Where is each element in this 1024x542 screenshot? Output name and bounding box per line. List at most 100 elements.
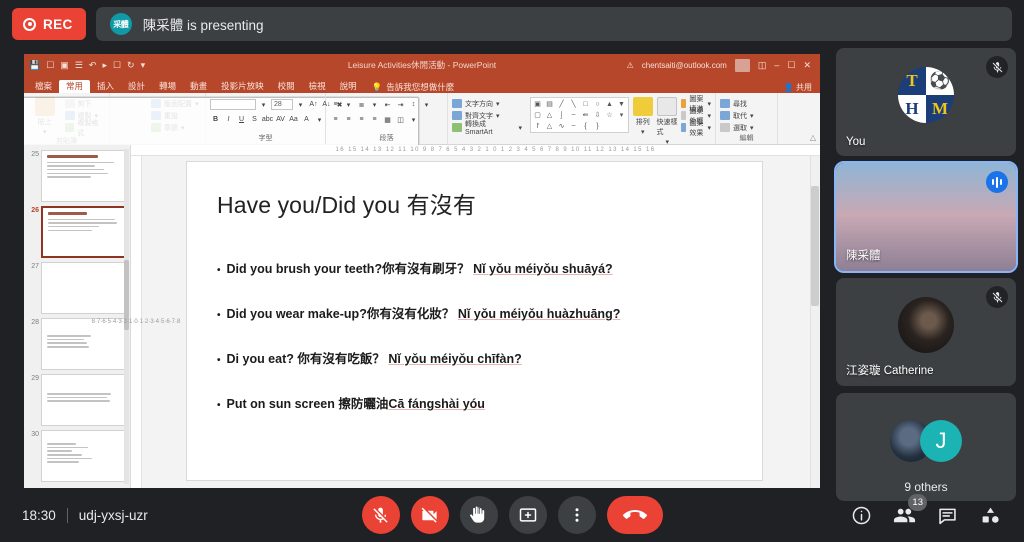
shape-textbox2-icon[interactable]: ▤ xyxy=(544,99,555,109)
thumbnail-item[interactable]: 30 xyxy=(24,428,130,484)
participant-tile-you[interactable]: T ⚽ H M You xyxy=(836,48,1016,156)
align-right-button[interactable]: ≡ xyxy=(356,114,367,125)
align-center-button[interactable]: ≡ xyxy=(343,114,354,125)
slide-bullet[interactable]: • Did you brush your teeth?你有沒有刷牙？ Nǐ yǒ… xyxy=(217,258,732,277)
participant-tile-catherine[interactable]: 江姿璇 Catherine xyxy=(836,278,1016,386)
print-preview-icon[interactable]: ▣ xyxy=(60,60,69,71)
bold-button[interactable]: B xyxy=(210,114,221,125)
slide-bullet-list[interactable]: • Did you brush your teeth?你有沒有刷牙？ Nǐ yǒ… xyxy=(217,258,732,412)
text-direction-button[interactable]: 文字方向 ▾ xyxy=(452,98,522,109)
tab-view[interactable]: 檢視 xyxy=(302,80,333,94)
collapse-ribbon-button[interactable]: △ xyxy=(810,133,816,142)
undo-icon[interactable]: ↶ xyxy=(89,60,97,71)
font-color-dropdown-icon[interactable]: ▾ xyxy=(314,114,325,125)
thumbnail-preview-selected[interactable] xyxy=(41,206,126,258)
slide-bullet[interactable]: • Put on sun screen 擦防曬油Cā fángshài yóu xyxy=(217,393,732,412)
decrease-indent-button[interactable]: ⇤ xyxy=(382,99,393,110)
shape-corner-icon[interactable]: ⌡ xyxy=(556,110,567,120)
tab-animations[interactable]: 動畫 xyxy=(183,80,214,94)
thumbnail-item[interactable]: 27 xyxy=(24,260,130,316)
numbering-dropdown-icon[interactable]: ▾ xyxy=(369,99,380,110)
slide-bullet[interactable]: • Did you wear make-up?你有沒有化妝？ Nǐ yǒu mé… xyxy=(217,303,732,322)
redo-icon[interactable]: ▸ xyxy=(102,60,107,71)
shapes-gallery[interactable]: ▣ ▤ ╱ ╲ □ ○ ▲ ▼ ▢ △ ⌡ ⌢ ⇚ ⇩ ☆ ▾ ↾ △ ∿ ⌢ … xyxy=(530,97,629,133)
more-options-button[interactable] xyxy=(557,496,596,534)
thumbnail-preview[interactable] xyxy=(41,374,126,426)
italic-button[interactable]: I xyxy=(223,114,234,125)
bullets-button[interactable]: ≡ xyxy=(330,99,341,110)
thumbnail-item[interactable]: 25 xyxy=(24,148,130,204)
tab-transitions[interactable]: 轉場 xyxy=(152,80,183,94)
present-screen-button[interactable] xyxy=(508,496,547,534)
microphone-off-button[interactable] xyxy=(361,496,400,534)
thumbnail-item[interactable]: 29 xyxy=(24,372,130,428)
text-direction-grid-button[interactable]: ▦ xyxy=(382,114,393,125)
new-slide-quick-icon[interactable]: ☐ xyxy=(113,60,121,71)
tab-home[interactable]: 常用 xyxy=(59,79,91,93)
recording-indicator[interactable]: REC xyxy=(12,8,86,40)
customize-qat-icon[interactable]: ▾ xyxy=(141,60,146,71)
quick-access-toolbar[interactable]: 💾 ☐ ▣ ☰ ↶ ▸ ☐ ↻ ▾ xyxy=(29,60,145,71)
strikethrough-button[interactable]: abc xyxy=(262,114,273,125)
font-family-select[interactable] xyxy=(210,99,256,110)
align-left-button[interactable]: ≡ xyxy=(330,114,341,125)
tab-file[interactable]: 檔案 xyxy=(28,80,59,94)
account-email[interactable]: chentsaiti@outlook.com xyxy=(642,61,727,70)
end-call-button[interactable] xyxy=(606,496,663,534)
editor-scrollbar-track[interactable] xyxy=(810,156,820,488)
shapes-scroll-down-icon[interactable]: ▼ xyxy=(616,99,627,109)
shape-brace-right-icon[interactable]: } xyxy=(592,121,603,131)
arrange-button[interactable]: 排列 ▾ xyxy=(632,97,653,136)
shape-arrow-left-icon[interactable]: ⇚ xyxy=(580,110,591,120)
shape-roundrect-icon[interactable]: ▢ xyxy=(532,110,543,120)
slide-bullet[interactable]: • Di you eat? 你有沒有吃飯？ Nǐ yǒu méiyǒu chīf… xyxy=(217,348,732,367)
minimize-button[interactable]: – xyxy=(774,60,779,70)
shape-star-icon[interactable]: ☆ xyxy=(604,110,615,120)
columns-button[interactable]: ◫ xyxy=(395,114,406,125)
shape-freeform-icon[interactable]: △ xyxy=(544,121,555,131)
tell-me-search[interactable]: 💡 告訴我您想做什麼 xyxy=(364,81,455,93)
save-icon[interactable]: 💾 xyxy=(29,60,40,71)
thumbnail-preview[interactable] xyxy=(41,430,126,482)
shapes-more-icon[interactable]: ▾ xyxy=(616,110,627,120)
shape-rect-icon[interactable]: □ xyxy=(580,99,591,109)
shape-triangle-icon[interactable]: △ xyxy=(544,110,555,120)
meeting-details-button[interactable] xyxy=(849,503,873,527)
tab-review[interactable]: 校閱 xyxy=(271,80,302,94)
participant-tile-presenter[interactable]: 陳采體 xyxy=(834,161,1018,273)
slide-title[interactable]: Have you/Did you 有沒有 xyxy=(217,186,732,220)
shape-arrow-icon[interactable]: ╲ xyxy=(568,99,579,109)
line-spacing-dropdown-icon[interactable]: ▾ xyxy=(421,99,432,110)
participant-tile-others[interactable]: J 9 others xyxy=(836,393,1016,501)
thumbnail-preview[interactable] xyxy=(41,262,126,314)
select-button[interactable]: 選取 ▾ xyxy=(720,122,754,133)
shape-curve-icon[interactable]: ↾ xyxy=(532,121,543,131)
ribbon-display-options-button[interactable]: ◫ xyxy=(758,60,767,71)
close-button[interactable]: ✕ xyxy=(803,60,811,71)
convert-to-smartart-button[interactable]: 轉換成 SmartArt ▾ xyxy=(452,121,522,136)
account-avatar[interactable] xyxy=(734,58,750,72)
editor-scrollbar-handle[interactable] xyxy=(811,186,819,306)
shape-oval-icon[interactable]: ○ xyxy=(592,99,603,109)
numbering-button[interactable]: ≣ xyxy=(356,99,367,110)
tab-help[interactable]: 說明 xyxy=(333,80,364,94)
find-button[interactable]: 尋找 xyxy=(720,98,754,109)
line-spacing-button[interactable]: ↕ xyxy=(408,99,419,110)
change-case-button[interactable]: Aa xyxy=(288,114,299,125)
bullets-dropdown-icon[interactable]: ▾ xyxy=(343,99,354,110)
shape-effects-button[interactable]: 圖案效果 ▾ xyxy=(680,120,711,137)
character-spacing-button[interactable]: AV xyxy=(275,114,286,125)
tab-slideshow[interactable]: 投影片放映 xyxy=(214,80,271,94)
quick-styles-button[interactable]: 快速樣式 ▾ xyxy=(656,97,677,146)
touch-mode-icon[interactable]: ☰ xyxy=(75,60,83,71)
columns-dropdown-icon[interactable]: ▾ xyxy=(408,114,419,125)
raise-hand-button[interactable] xyxy=(459,496,498,534)
font-size-select[interactable]: 28 xyxy=(271,99,293,110)
thumbnail-preview[interactable] xyxy=(41,150,126,202)
shape-arc-icon[interactable]: ⌢ xyxy=(568,121,579,131)
restore-button[interactable]: ☐ xyxy=(787,60,795,71)
font-family-dropdown-icon[interactable]: ▾ xyxy=(258,99,269,110)
replace-button[interactable]: 取代 ▾ xyxy=(720,110,754,121)
shape-arrow-down-icon[interactable]: ⇩ xyxy=(592,110,603,120)
shape-scribble-icon[interactable]: ∿ xyxy=(556,121,567,131)
